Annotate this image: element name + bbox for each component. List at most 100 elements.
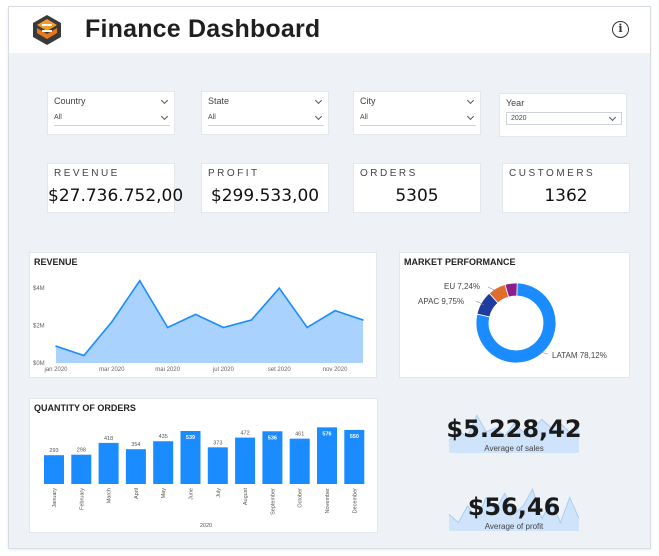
revenue-chart-panel[interactable]: REVENUE $0M $2M $4M jan 2020 mar 2020 mai 202… bbox=[29, 252, 377, 378]
kpi-label: CUSTOMERS bbox=[509, 168, 596, 179]
category-label: September bbox=[270, 488, 276, 515]
category-label: February bbox=[79, 488, 85, 510]
category-label: June bbox=[189, 488, 195, 500]
header-bar: Finance Dashboard i bbox=[9, 7, 650, 53]
bar-data-label: 539 bbox=[186, 435, 195, 441]
revenue-point bbox=[278, 287, 281, 290]
filter-dropdown[interactable]: All bbox=[54, 112, 170, 126]
bar-data-label: 293 bbox=[49, 448, 58, 454]
bar-data-label: 298 bbox=[77, 448, 86, 454]
x-tick-label: jan 2020 bbox=[43, 367, 68, 373]
revenue-point bbox=[334, 309, 336, 312]
filter-label: State bbox=[208, 96, 230, 106]
chevron-down-icon[interactable] bbox=[160, 96, 169, 105]
orders-chart-panel[interactable]: QUANTITY OF ORDERS 293 January 298 February… bbox=[29, 398, 378, 533]
revenue-point bbox=[55, 345, 57, 347]
filter-value: 2020 bbox=[511, 115, 527, 122]
bar-data-label: 576 bbox=[322, 431, 331, 437]
category-label: April bbox=[134, 488, 140, 499]
order-bar bbox=[71, 454, 92, 484]
city-filter[interactable]: City All bbox=[353, 91, 481, 135]
x-axis-label: 2020 bbox=[200, 523, 212, 529]
revenue-point bbox=[83, 354, 85, 357]
country-filter[interactable]: Country All bbox=[47, 91, 175, 135]
avg-profit-label: Average of profit bbox=[484, 522, 544, 531]
filter-value: All bbox=[54, 114, 62, 121]
kpi-value: $27.736.752,00 bbox=[48, 186, 184, 206]
y-tick-label: $2M bbox=[33, 324, 45, 330]
year-filter[interactable]: Year 2020 bbox=[499, 93, 627, 137]
x-tick-label: set 2020 bbox=[268, 367, 292, 373]
kpi-label: PROFIT bbox=[208, 168, 260, 179]
chevron-down-icon[interactable] bbox=[466, 96, 475, 105]
filter-value: All bbox=[208, 114, 216, 121]
filter-dropdown[interactable]: All bbox=[360, 112, 476, 126]
category-label: November bbox=[325, 488, 331, 514]
order-bar bbox=[207, 447, 228, 484]
dashboard-frame: Finance Dashboard i Country All State Al… bbox=[8, 6, 651, 549]
category-label: May bbox=[161, 488, 167, 499]
bar-data-label: 550 bbox=[350, 434, 359, 440]
avg-sales-label: Average of sales bbox=[484, 444, 544, 453]
revenue-area-chart: $0M $2M $4M jan 2020 mar 2020 mai 2020 jul 202… bbox=[33, 279, 364, 373]
bar-data-label: 418 bbox=[104, 436, 113, 442]
kpi-card-customers: CUSTOMERS 1362 bbox=[502, 163, 630, 213]
slice-label: APAC 9,75% bbox=[418, 297, 464, 306]
bar-data-label: 472 bbox=[241, 431, 250, 437]
slice-label: EU 7,24% bbox=[444, 282, 480, 291]
y-tick-label: $4M bbox=[33, 286, 45, 292]
order-bar bbox=[125, 449, 146, 484]
category-label: December bbox=[352, 488, 358, 514]
kpi-card-profit: PROFIT $299.533,00 bbox=[201, 163, 329, 213]
filter-label: Year bbox=[506, 98, 525, 108]
market-donut-chart: LATAM 78,12% APAC 9,75% EU 7,24% bbox=[418, 282, 607, 364]
revenue-point bbox=[111, 321, 113, 323]
filter-dropdown[interactable]: All bbox=[208, 112, 324, 126]
filter-dropdown[interactable]: 2020 bbox=[506, 112, 622, 125]
orders-bar-chart: 293 January 298 February 418 March 354 April 435… bbox=[44, 427, 365, 529]
bar-data-label: 354 bbox=[131, 442, 140, 448]
x-tick-label: jul 2020 bbox=[212, 367, 235, 373]
revenue-point bbox=[250, 319, 253, 321]
revenue-point bbox=[306, 326, 308, 329]
avg-sales-value: $5.228,42 bbox=[446, 415, 582, 443]
y-tick-label: $0M bbox=[33, 361, 45, 367]
order-bar bbox=[289, 438, 310, 484]
bar-data-label: 536 bbox=[268, 435, 277, 441]
state-filter[interactable]: State All bbox=[201, 91, 329, 135]
order-bar bbox=[44, 455, 64, 484]
chevron-down-icon[interactable] bbox=[314, 96, 323, 105]
bar-data-label: 461 bbox=[295, 432, 304, 438]
kpi-value: $299.533,00 bbox=[210, 186, 320, 206]
kpi-card-revenue: REVENUE $27.736.752,00 bbox=[47, 163, 184, 213]
category-label: January bbox=[52, 488, 58, 508]
filter-label: City bbox=[360, 96, 376, 106]
kpi-value: 5305 bbox=[395, 186, 439, 206]
revenue-point bbox=[194, 313, 197, 316]
bar-data-label: 373 bbox=[213, 440, 222, 446]
x-tick-label: mai 2020 bbox=[155, 367, 180, 373]
x-tick-label: nov 2020 bbox=[323, 367, 348, 373]
category-label: August bbox=[243, 488, 249, 506]
kpi-card-orders: ORDERS 5305 bbox=[353, 163, 481, 213]
kpi-label: ORDERS bbox=[360, 168, 418, 179]
revenue-point bbox=[166, 326, 169, 329]
order-bar bbox=[153, 441, 174, 484]
bar-data-label: 435 bbox=[159, 434, 168, 440]
category-label: July bbox=[216, 488, 222, 498]
avg-profit-value: $56,46 bbox=[467, 493, 561, 521]
filter-value: All bbox=[360, 114, 368, 121]
filter-label: Country bbox=[54, 96, 86, 106]
slice-label: LATAM 78,12% bbox=[552, 351, 607, 360]
page-title: Finance Dashboard bbox=[85, 15, 321, 43]
revenue-point bbox=[138, 279, 141, 282]
category-label: October bbox=[298, 488, 304, 508]
order-bar bbox=[235, 437, 256, 484]
market-chart-panel[interactable]: MARKET PERFORMANCE LATAM 78,12% APAC 9,75… bbox=[399, 252, 630, 378]
info-icon[interactable]: i bbox=[612, 21, 629, 38]
kpi-value: 1362 bbox=[544, 186, 588, 206]
x-tick-label: mar 2020 bbox=[99, 367, 125, 373]
revenue-point bbox=[222, 326, 225, 329]
kpi-label: REVENUE bbox=[54, 168, 120, 179]
revenue-point bbox=[362, 319, 364, 321]
